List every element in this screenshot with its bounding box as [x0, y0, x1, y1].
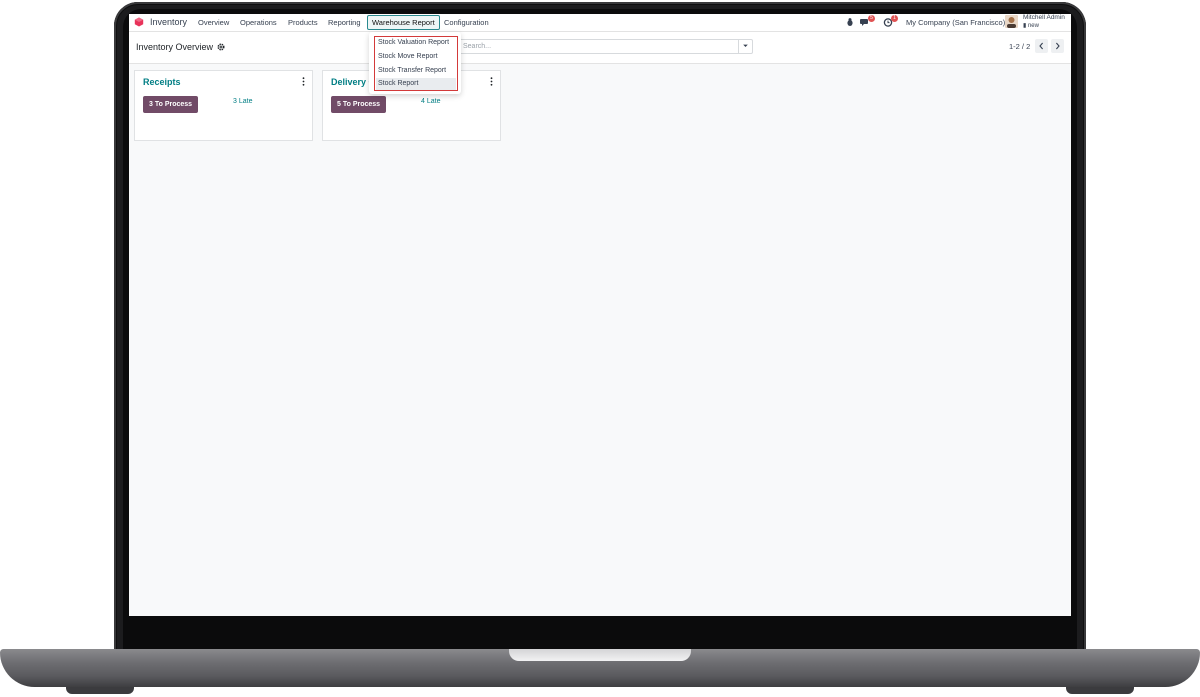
user-name[interactable]: Mitchell Admin [1023, 14, 1065, 21]
bug-icon[interactable] [845, 17, 855, 27]
caret-down-icon [743, 44, 748, 47]
top-navbar: Inventory Overview Operations Products R… [129, 14, 1071, 32]
inventory-app-icon[interactable] [134, 17, 144, 27]
app-name[interactable]: Inventory [150, 17, 187, 27]
control-panel: Inventory Overview Search... 1-2 / 2 [129, 32, 1071, 64]
kebab-menu-icon[interactable] [490, 77, 493, 86]
search-input[interactable]: Search... [449, 39, 753, 54]
menu-operations[interactable]: Operations [240, 18, 277, 27]
late-link[interactable]: 3 Late [233, 98, 252, 105]
gear-icon[interactable] [217, 43, 225, 51]
pager-previous-button[interactable] [1035, 39, 1048, 53]
laptop-foot-left [66, 687, 134, 694]
pager-next-button[interactable] [1051, 39, 1064, 53]
menu-configuration[interactable]: Configuration [444, 18, 489, 27]
search-options-toggle[interactable] [738, 39, 753, 54]
page-title: Inventory Overview [136, 42, 214, 52]
to-process-button[interactable]: 3 To Process [143, 96, 199, 113]
database-label: new [1027, 23, 1039, 29]
app-screen: Inventory Overview Operations Products R… [129, 14, 1071, 616]
menu-overview[interactable]: Overview [198, 18, 229, 27]
search-placeholder: Search... [463, 43, 492, 50]
menu-reporting[interactable]: Reporting [328, 18, 361, 27]
menu-warehouse-report[interactable]: Warehouse Report [367, 15, 440, 30]
menu-products[interactable]: Products [288, 18, 318, 27]
highlight-frame [374, 36, 458, 91]
chevron-right-icon [1055, 42, 1060, 50]
kebab-menu-icon[interactable] [302, 77, 305, 86]
to-process-button[interactable]: 5 To Process [331, 96, 387, 113]
chevron-left-icon [1039, 42, 1044, 50]
company-switcher[interactable]: My Company (San Francisco) [906, 18, 1005, 27]
activities-badge: 1 [891, 15, 898, 22]
messages-badge: 5 [868, 15, 875, 22]
card-title[interactable]: Receipts [143, 77, 181, 87]
laptop-foot-right [1066, 687, 1134, 694]
receipts-card[interactable]: Receipts 3 To Process 3 Late [134, 70, 313, 141]
database-name: ▮ new [1023, 22, 1039, 29]
user-avatar[interactable] [1005, 15, 1018, 28]
laptop-notch [509, 649, 691, 661]
late-link[interactable]: 4 Late [421, 98, 440, 105]
pager-value[interactable]: 1-2 / 2 [1009, 42, 1030, 51]
avatar-icon [1005, 15, 1018, 28]
